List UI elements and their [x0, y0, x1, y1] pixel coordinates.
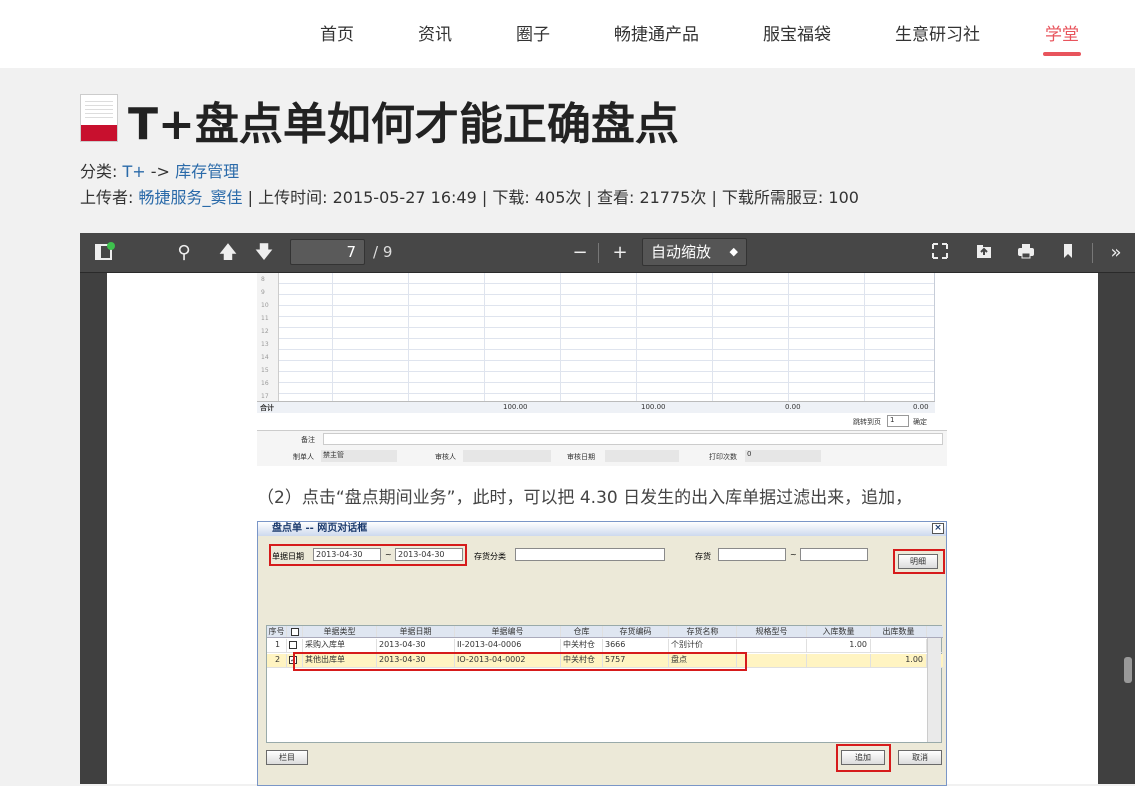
- nav-home[interactable]: 首页: [320, 20, 354, 45]
- total-row: 合计 100.00 100.00 0.00 0.00: [257, 401, 935, 413]
- table-header: 序号 单据类型 单据日期 单据编号 仓库 存货编码 存货名称 规格型号 入库数量…: [267, 626, 943, 638]
- pager-row: 跳转到页 1 确定: [257, 414, 947, 430]
- downloads-count: 405次: [534, 188, 582, 207]
- page-total: / 9: [373, 243, 393, 261]
- zoom-in-icon[interactable]: +: [608, 241, 632, 265]
- nav-academy[interactable]: 学堂: [1045, 20, 1079, 45]
- step-caption: （2）点击“盘点期间业务”，此时，可以把 4.30 日发生的出入库单据过滤出来，…: [257, 488, 913, 508]
- form-footer: 备注 制单人 禁主管 审核人 审核日期 打印次数 0: [257, 430, 947, 466]
- nav-news[interactable]: 资讯: [418, 20, 452, 45]
- pdf-page: 8 9 10 11 12 13 14 15 16 17 合计 100.00 100.00 0.00…: [107, 273, 1098, 786]
- document-table: 序号 单据类型 单据日期 单据编号 仓库 存货编码 存货名称 规格型号 入库数量…: [266, 625, 943, 743]
- highlight-selected-row: [293, 652, 747, 671]
- article-category: 分类: T+ -> 库存管理: [80, 158, 239, 182]
- table-scrollbar[interactable]: [927, 638, 941, 742]
- category-parent-link[interactable]: T+: [123, 162, 146, 181]
- uploader-label: 上传者:: [80, 188, 134, 207]
- row-checkbox[interactable]: [289, 640, 297, 649]
- category-child-link[interactable]: 库存管理: [175, 162, 239, 181]
- viewer-toolbar: ⚲ 🡅 🡇 7 / 9 − + 自动缩放 ◆ »: [80, 233, 1135, 273]
- uploader-link[interactable]: 畅捷服务_窦佳: [139, 188, 243, 207]
- fullscreen-icon[interactable]: [928, 241, 952, 265]
- category-input[interactable]: [515, 548, 665, 561]
- columns-button[interactable]: 栏目: [266, 750, 308, 765]
- close-icon[interactable]: ×: [932, 523, 944, 534]
- open-file-icon[interactable]: [972, 241, 996, 265]
- bookmark-icon[interactable]: [1056, 241, 1080, 265]
- downloads-label: | 下载:: [481, 188, 530, 207]
- table-row[interactable]: 1 采购入库单 2013-04-30 II-2013-04-0006 中关村仓 …: [267, 639, 943, 653]
- nav-products[interactable]: 畅捷通产品: [614, 20, 699, 45]
- top-navigation: 首页 资讯 圈子 畅捷通产品 服宝福袋 生意研习社 学堂: [0, 0, 1135, 68]
- dialog-title: 盘点单 -- 网页对话框 ×: [258, 522, 946, 536]
- chevron-updown-icon: ◆: [729, 245, 738, 258]
- viewer-scrollbar[interactable]: [1124, 657, 1132, 683]
- stocktake-dialog: 盘点单 -- 网页对话框 × 单据日期 2013-04-30 ~ 2013-04-…: [257, 521, 947, 786]
- category-arrow: ->: [150, 162, 170, 181]
- row-numbers: 8 9 10 11 12 13 14 15 16 17: [257, 273, 279, 405]
- arrow-down-icon[interactable]: 🡇: [252, 241, 276, 265]
- select-all-checkbox[interactable]: [290, 627, 299, 636]
- highlight-add: [836, 744, 891, 772]
- page-number-input[interactable]: 7: [290, 239, 365, 265]
- spreadsheet-screenshot: 8 9 10 11 12 13 14 15 16 17 合计 100.00 100.00 0.00…: [257, 273, 947, 466]
- nav-business-club[interactable]: 生意研习社: [895, 20, 980, 45]
- nav-active-underline: [1043, 52, 1081, 56]
- article-title: T+盘点单如何才能正确盘点: [128, 99, 679, 150]
- upload-time-label: | 上传时间:: [247, 188, 328, 207]
- beans-count: 100: [828, 188, 859, 207]
- views-label: | 查看:: [586, 188, 635, 207]
- pdf-viewer: ⚲ 🡅 🡇 7 / 9 − + 自动缩放 ◆ » 8 9 10 11 12 13 14 15 16…: [80, 233, 1135, 786]
- pdf-document-icon: [80, 94, 118, 142]
- article-meta: 上传者: 畅捷服务_窦佳 | 上传时间: 2015-05-27 16:49 | …: [80, 184, 859, 208]
- zoom-select-label: 自动缩放: [651, 243, 712, 261]
- arrow-up-icon[interactable]: 🡅: [216, 241, 240, 265]
- beans-label: | 下载所需服豆:: [711, 188, 824, 207]
- upload-time: 2015-05-27 16:49: [332, 188, 477, 207]
- print-icon[interactable]: [1014, 241, 1038, 265]
- jump-page-input[interactable]: 1: [887, 415, 909, 427]
- highlight-date-range: [269, 544, 467, 566]
- zoom-out-icon[interactable]: −: [568, 241, 592, 265]
- cancel-button[interactable]: 取消: [898, 750, 942, 765]
- more-tools-icon[interactable]: »: [1104, 241, 1128, 265]
- stock-from-input[interactable]: [718, 548, 786, 561]
- search-icon[interactable]: ⚲: [172, 241, 196, 265]
- sidebar-toggle-icon[interactable]: [92, 241, 116, 265]
- zoom-select[interactable]: 自动缩放 ◆: [642, 238, 747, 266]
- category-label: 分类:: [80, 162, 118, 181]
- nav-circle[interactable]: 圈子: [516, 20, 550, 45]
- views-count: 21775次: [639, 188, 707, 207]
- jump-confirm-button[interactable]: 确定: [913, 417, 927, 427]
- stock-to-input[interactable]: [800, 548, 868, 561]
- highlight-detail: [893, 549, 945, 574]
- nav-lucky-bag[interactable]: 服宝福袋: [763, 20, 831, 45]
